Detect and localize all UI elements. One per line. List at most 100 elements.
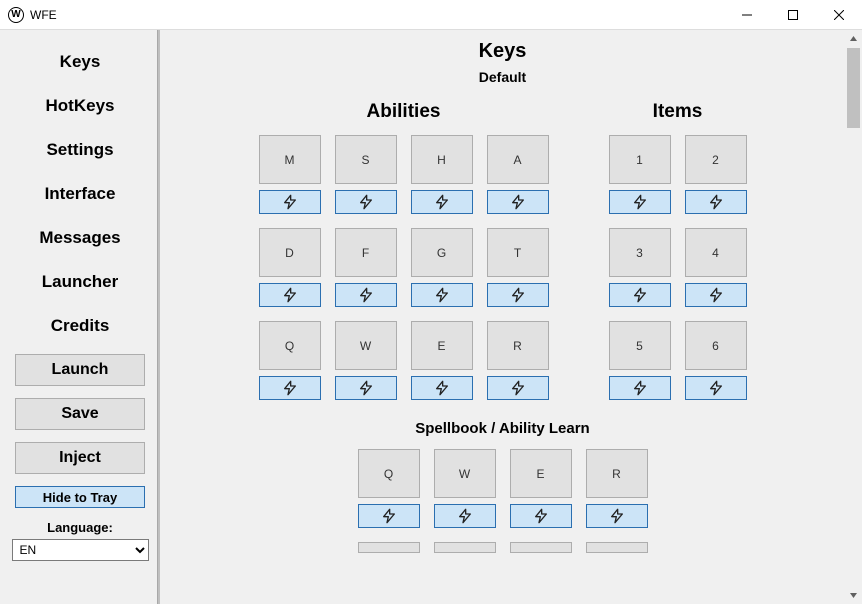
key-cell: G: [411, 228, 473, 307]
autocast-button[interactable]: [434, 504, 496, 528]
abilities-key-button[interactable]: S: [335, 135, 397, 184]
items-key-button[interactable]: 5: [609, 321, 671, 370]
hide-to-tray-button[interactable]: Hide to Tray: [15, 486, 145, 508]
scrollbar[interactable]: [845, 30, 862, 604]
key-button[interactable]: [586, 542, 648, 553]
autocast-button[interactable]: [411, 283, 473, 307]
abilities-key-button[interactable]: Q: [259, 321, 321, 370]
lightning-icon: [280, 287, 300, 303]
key-cell: S: [335, 135, 397, 214]
key-button[interactable]: [434, 542, 496, 553]
key-cell: 5: [609, 321, 671, 400]
autocast-button[interactable]: [259, 376, 321, 400]
sidebar-item-keys[interactable]: Keys: [60, 52, 101, 72]
sidebar-item-settings[interactable]: Settings: [46, 140, 113, 160]
abilities-key-button[interactable]: H: [411, 135, 473, 184]
save-button[interactable]: Save: [15, 398, 145, 430]
autocast-button[interactable]: [259, 190, 321, 214]
lightning-icon: [706, 194, 726, 210]
app-icon: [8, 7, 24, 23]
items-title: Items: [609, 101, 747, 123]
lightning-icon: [432, 194, 452, 210]
autocast-button[interactable]: [685, 376, 747, 400]
autocast-button[interactable]: [609, 283, 671, 307]
sidebar-item-hotkeys[interactable]: HotKeys: [46, 96, 115, 116]
key-cell: R: [586, 449, 648, 528]
autocast-button[interactable]: [335, 190, 397, 214]
scroll-up-button[interactable]: [845, 30, 862, 47]
key-cell: 2: [685, 135, 747, 214]
lightning-icon: [508, 194, 528, 210]
content: Keys Default Abilities MSHADFGTQWER Item…: [160, 30, 845, 604]
items-key-button[interactable]: 4: [685, 228, 747, 277]
key-cell: F: [335, 228, 397, 307]
lightning-icon: [706, 287, 726, 303]
spellbook-key-button[interactable]: Q: [358, 449, 420, 498]
abilities-key-button[interactable]: M: [259, 135, 321, 184]
key-cell: R: [487, 321, 549, 400]
sidebar-item-credits[interactable]: Credits: [51, 316, 110, 336]
lightning-icon: [280, 194, 300, 210]
launch-button[interactable]: Launch: [15, 354, 145, 386]
language-select[interactable]: EN: [12, 539, 149, 561]
abilities-section: Abilities MSHADFGTQWER: [259, 101, 549, 414]
items-key-button[interactable]: 3: [609, 228, 671, 277]
lightning-icon: [630, 380, 650, 396]
maximize-button[interactable]: [770, 0, 816, 30]
lightning-icon: [356, 194, 376, 210]
autocast-button[interactable]: [685, 283, 747, 307]
key-cell: 4: [685, 228, 747, 307]
lightning-icon: [508, 287, 528, 303]
items-key-button[interactable]: 1: [609, 135, 671, 184]
autocast-button[interactable]: [487, 283, 549, 307]
key-cell: W: [434, 449, 496, 528]
key-cell: E: [411, 321, 473, 400]
scroll-down-button[interactable]: [845, 587, 862, 604]
items-key-button[interactable]: 6: [685, 321, 747, 370]
inject-button[interactable]: Inject: [15, 442, 145, 474]
autocast-button[interactable]: [335, 283, 397, 307]
key-button[interactable]: [358, 542, 420, 553]
lightning-icon: [531, 508, 551, 524]
autocast-button[interactable]: [609, 376, 671, 400]
items-key-button[interactable]: 2: [685, 135, 747, 184]
page-subtitle: Default: [170, 69, 835, 85]
autocast-button[interactable]: [335, 376, 397, 400]
autocast-button[interactable]: [586, 504, 648, 528]
autocast-button[interactable]: [609, 190, 671, 214]
spellbook-key-button[interactable]: E: [510, 449, 572, 498]
sidebar-item-interface[interactable]: Interface: [45, 184, 116, 204]
key-cell: T: [487, 228, 549, 307]
key-button[interactable]: [510, 542, 572, 553]
autocast-button[interactable]: [411, 190, 473, 214]
close-button[interactable]: [816, 0, 862, 30]
abilities-key-button[interactable]: W: [335, 321, 397, 370]
titlebar: WFE: [0, 0, 862, 30]
autocast-button[interactable]: [487, 190, 549, 214]
key-cell: Q: [358, 449, 420, 528]
minimize-button[interactable]: [724, 0, 770, 30]
scroll-thumb[interactable]: [847, 48, 860, 128]
abilities-key-button[interactable]: F: [335, 228, 397, 277]
abilities-key-button[interactable]: A: [487, 135, 549, 184]
key-cell: M: [259, 135, 321, 214]
lightning-icon: [455, 508, 475, 524]
autocast-button[interactable]: [411, 376, 473, 400]
language-label: Language:: [47, 520, 113, 535]
autocast-button[interactable]: [358, 504, 420, 528]
sidebar-item-launcher[interactable]: Launcher: [42, 272, 119, 292]
autocast-button[interactable]: [487, 376, 549, 400]
abilities-key-button[interactable]: R: [487, 321, 549, 370]
spellbook-key-button[interactable]: W: [434, 449, 496, 498]
key-cell: E: [510, 449, 572, 528]
autocast-button[interactable]: [685, 190, 747, 214]
abilities-key-button[interactable]: E: [411, 321, 473, 370]
spellbook-key-button[interactable]: R: [586, 449, 648, 498]
abilities-key-button[interactable]: G: [411, 228, 473, 277]
key-cell: D: [259, 228, 321, 307]
autocast-button[interactable]: [510, 504, 572, 528]
abilities-key-button[interactable]: D: [259, 228, 321, 277]
abilities-key-button[interactable]: T: [487, 228, 549, 277]
sidebar-item-messages[interactable]: Messages: [39, 228, 120, 248]
autocast-button[interactable]: [259, 283, 321, 307]
